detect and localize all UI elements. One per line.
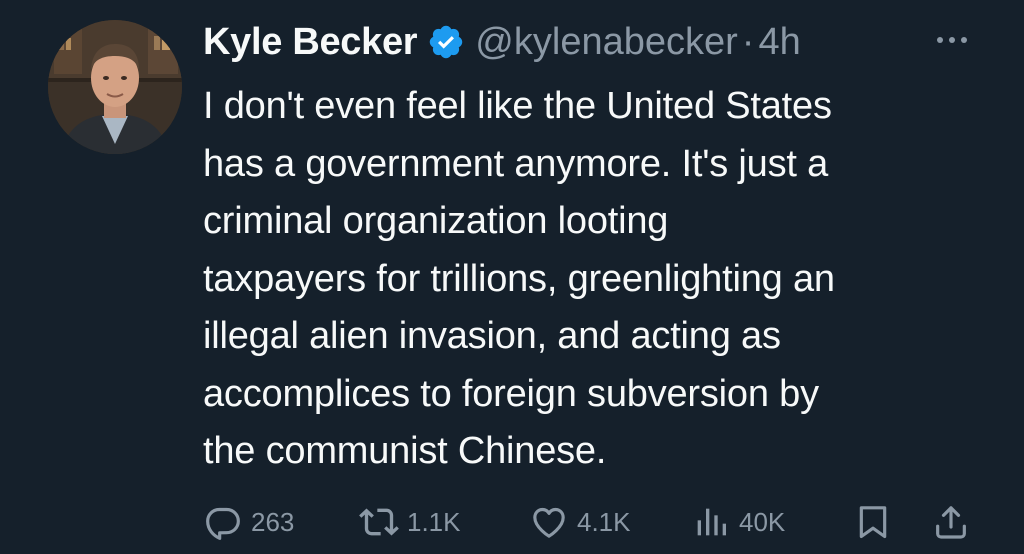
tweet-actions: 263 1.1K 4.1K 40K xyxy=(203,500,983,544)
tweet-text: I don't even feel like the United States… xyxy=(203,78,1003,481)
tweet-timestamp[interactable]: 4h xyxy=(758,21,800,64)
tweet-text-line: taxpayers for trillions, greenlighting a… xyxy=(203,257,835,300)
tweet-text-line: has a government anymore. It's just a xyxy=(203,142,829,185)
more-options-icon[interactable] xyxy=(932,24,972,54)
verified-badge-icon xyxy=(427,23,465,61)
tweet-text-line: accomplices to foreign subversion by xyxy=(203,372,819,415)
tweet-header: Kyle Becker @kylenabecker · 4h xyxy=(203,16,801,68)
reply-count: 263 xyxy=(251,506,295,537)
reply-icon xyxy=(206,507,240,540)
author-handle[interactable]: @kylenabecker xyxy=(475,21,737,64)
tweet-card[interactable]: Kyle Becker @kylenabecker · 4h I don't e… xyxy=(0,0,1024,554)
tweet-text-line: the communist Chinese. xyxy=(203,430,607,472)
retweet-icon xyxy=(359,508,399,536)
separator-dot: · xyxy=(741,20,755,63)
share-icon xyxy=(936,506,966,539)
tweet-text-line: I don't even feel like the United States xyxy=(203,85,832,127)
views-count: 40K xyxy=(739,506,786,537)
like-count: 4.1K xyxy=(577,506,631,537)
like-button[interactable]: 4.1K xyxy=(529,500,631,544)
share-button[interactable] xyxy=(931,500,971,544)
author-name[interactable]: Kyle Becker xyxy=(203,21,418,64)
tweet-text-line: criminal organization looting xyxy=(203,200,669,242)
views-button[interactable]: 40K xyxy=(691,500,785,544)
reply-button[interactable]: 263 xyxy=(203,500,294,544)
heart-icon xyxy=(533,507,565,538)
views-icon xyxy=(697,508,726,536)
retweet-button[interactable]: 1.1K xyxy=(359,500,461,544)
avatar-photo xyxy=(48,20,182,154)
avatar[interactable] xyxy=(48,20,182,154)
bookmark-icon xyxy=(859,506,887,539)
retweet-count: 1.1K xyxy=(407,506,461,537)
bookmark-button[interactable] xyxy=(853,500,893,544)
tweet-text-line: illegal alien invasion, and acting as xyxy=(203,315,781,357)
